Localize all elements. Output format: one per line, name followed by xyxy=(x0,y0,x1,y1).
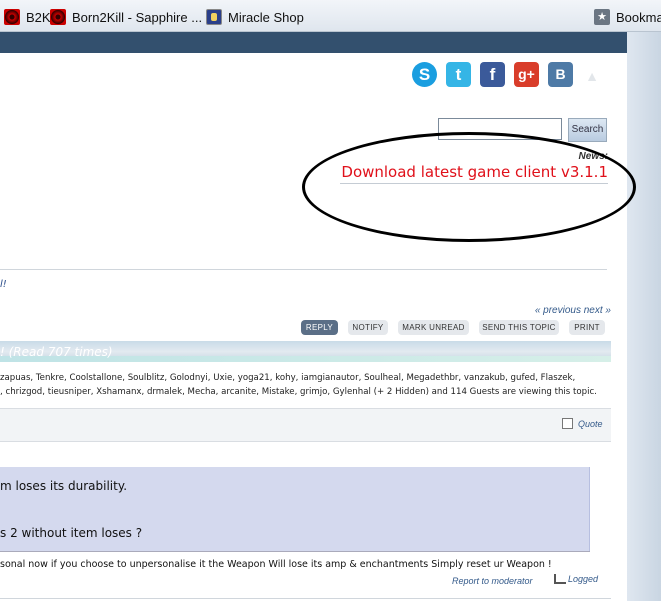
bookmark-label: B2K xyxy=(26,9,51,25)
bookmark-born2kill[interactable]: Born2Kill - Sapphire ... xyxy=(50,8,202,26)
shop-icon xyxy=(206,9,222,25)
quote-icon xyxy=(562,418,573,429)
linktree-tail: l! xyxy=(0,279,7,290)
red-web-icon xyxy=(4,9,20,25)
page-side-background xyxy=(627,32,661,601)
divider xyxy=(0,269,607,270)
facebook-icon[interactable]: f xyxy=(480,62,505,87)
googleplus-icon[interactable]: g+ xyxy=(514,62,539,87)
vk-icon[interactable]: B xyxy=(548,62,573,87)
bookmark-label: Born2Kill - Sapphire ... xyxy=(72,9,203,25)
bookmark-miracle-shop[interactable]: Miracle Shop xyxy=(206,8,304,26)
topic-title: ! (Read 707 times) xyxy=(0,345,113,359)
divider xyxy=(0,598,611,599)
post-text: s 2 without item loses ? xyxy=(0,526,143,540)
print-button[interactable]: PRINT xyxy=(569,320,605,335)
post-header xyxy=(0,408,611,442)
logged-indicator: Logged xyxy=(554,574,598,584)
post-text: m loses its durability. xyxy=(0,479,128,493)
collapse-up-icon[interactable]: ▲ xyxy=(583,67,601,85)
report-to-moderator-link[interactable]: Report to moderator xyxy=(452,576,533,586)
quote-button[interactable]: Quote xyxy=(562,418,603,429)
prev-next-links[interactable]: « previous next » xyxy=(480,305,611,316)
mark-unread-button[interactable]: MARK UNREAD xyxy=(398,320,469,335)
reply-button[interactable]: REPLY xyxy=(301,320,338,335)
header-stripe xyxy=(0,32,627,53)
post-divider xyxy=(0,551,590,552)
bookmarks-menu[interactable]: ★ Bookmark xyxy=(594,8,661,26)
bookmarks-icon: ★ xyxy=(594,9,610,25)
quote-label: Quote xyxy=(578,418,603,429)
search-button[interactable]: Search xyxy=(568,118,607,142)
post-text: sonal now if you choose to unpersonalise… xyxy=(0,559,552,570)
viewers-line: zapuas, Tenkre, Coolstallone, Soulblitz,… xyxy=(0,373,576,383)
twitter-icon[interactable]: t xyxy=(446,62,471,87)
send-topic-button[interactable]: SEND THIS TOPIC xyxy=(479,320,559,335)
bookmark-label: Miracle Shop xyxy=(228,9,304,25)
bookmark-b2k[interactable]: B2K xyxy=(4,8,51,26)
notify-button[interactable]: NOTIFY xyxy=(348,320,388,335)
bookmark-label: Bookmark xyxy=(616,9,661,25)
red-web-icon xyxy=(50,9,66,25)
bookmarks-bar: B2K Born2Kill - Sapphire ... Miracle Sho… xyxy=(0,0,661,32)
viewers-line: , chrizgod, tieusniper, Xshamanx, drmale… xyxy=(0,387,597,397)
skype-icon[interactable]: S xyxy=(412,62,437,87)
forum-page: S t f g+ B ▲ Search News: Download lates… xyxy=(0,53,636,601)
viewers-list: zapuas, Tenkre, Coolstallone, Soulblitz,… xyxy=(0,371,611,399)
hand-drawn-ellipse xyxy=(302,132,636,242)
logged-label: Logged xyxy=(568,574,599,584)
logged-icon xyxy=(554,574,566,584)
